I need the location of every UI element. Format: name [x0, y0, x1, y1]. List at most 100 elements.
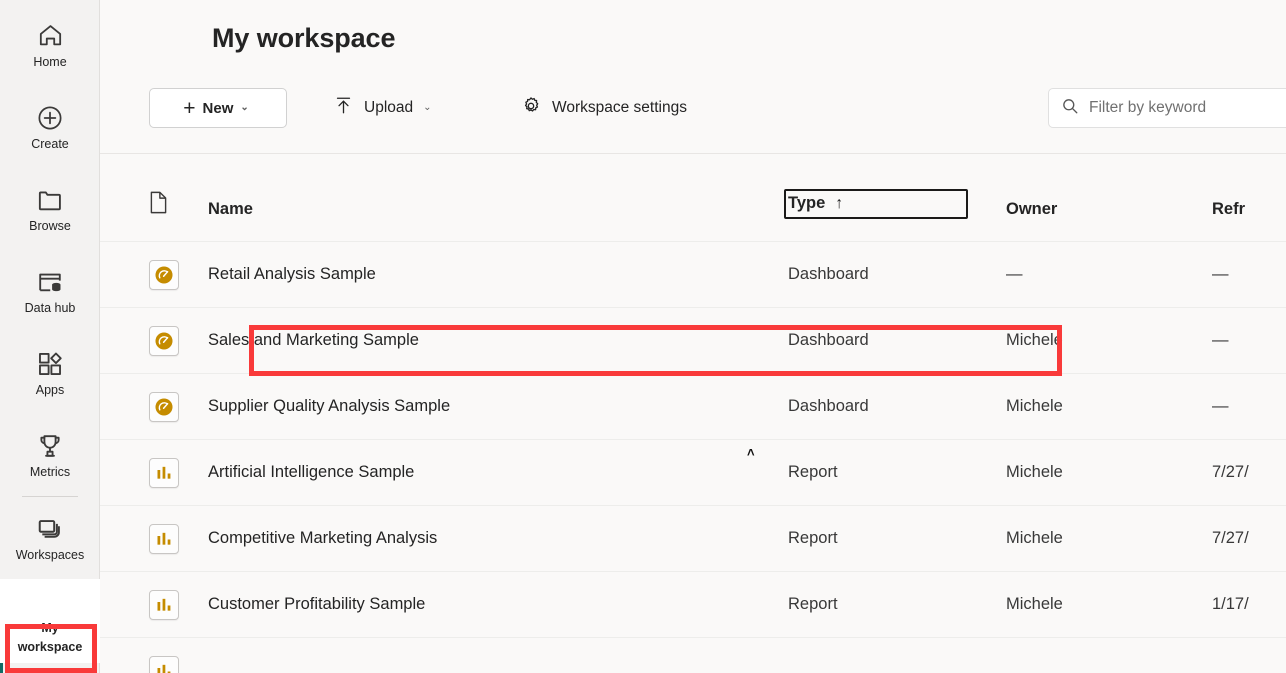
page-title: My workspace: [212, 23, 396, 53]
table-row[interactable]: Competitive Marketing Analysis Report Mich…: [100, 506, 1286, 572]
type-text: Report: [788, 529, 838, 547]
table-header-row: Name Type ↑ Owner Refr: [100, 154, 1286, 242]
gear-icon: [520, 95, 542, 122]
workspaces-icon: [35, 514, 65, 544]
owner-text: Michele: [1006, 529, 1063, 547]
chevron-down-icon: ⌄: [240, 102, 249, 113]
name-text: Artificial Intelligence Sample: [208, 463, 415, 481]
refreshed-cell: —: [1212, 265, 1286, 284]
column-header-name-label: Name: [208, 200, 253, 218]
refreshed-text: 7/27/: [1212, 463, 1249, 481]
sidebar-item-create[interactable]: Create: [0, 86, 100, 168]
trophy-icon: [35, 431, 65, 461]
sidebar-item-metrics-label: Metrics: [29, 464, 71, 479]
column-header-refreshed-label: Refr: [1212, 200, 1246, 218]
sidebar-item-apps[interactable]: Apps: [0, 332, 100, 414]
owner-text: Michele: [1006, 595, 1063, 613]
type-cell: Dashboard: [788, 397, 1006, 416]
owner-cell: Michele: [1006, 331, 1212, 350]
refreshed-cell: 7/27/: [1212, 463, 1286, 482]
name-cell[interactable]: Customer Profitability Sample: [208, 595, 788, 614]
report-icon: [149, 589, 179, 620]
name-text: Sales and Marketing Sample: [208, 331, 419, 349]
type-cell: Report: [788, 463, 1006, 482]
new-button-label: New: [202, 99, 234, 117]
refreshed-cell: —: [1212, 331, 1286, 350]
sidebar-item-home[interactable]: Home: [0, 4, 100, 86]
row-icon-cell: [149, 589, 208, 620]
upload-button[interactable]: Upload ⌄: [325, 88, 440, 128]
column-header-owner[interactable]: Owner: [1006, 200, 1212, 219]
owner-cell: Michele: [1006, 529, 1212, 548]
table-row[interactable]: Sales and Marketing Sample Dashboard Miche…: [100, 308, 1286, 374]
refreshed-cell: —: [1212, 397, 1286, 416]
plus-circle-icon: [35, 103, 65, 133]
column-header-icon[interactable]: [149, 191, 208, 219]
sidebar-item-my-workspace[interactable]: My workspace: [0, 579, 100, 663]
folder-icon: [35, 185, 65, 215]
name-text: Retail Analysis Sample: [208, 265, 376, 283]
row-icon-cell: [149, 325, 208, 356]
row-icon-cell: [149, 523, 208, 554]
command-toolbar: + New ⌄ Upload ⌄ Workspace settings Filt…: [100, 80, 1286, 136]
sidebar-item-metrics[interactable]: Metrics: [0, 414, 100, 496]
row-icon-cell: [149, 457, 208, 488]
sidebar-item-data-hub[interactable]: Data hub: [0, 250, 100, 332]
name-cell[interactable]: Supplier Quality Analysis Sample: [208, 397, 788, 416]
upload-icon: [333, 95, 354, 121]
owner-text: Michele: [1006, 331, 1063, 349]
refreshed-text: 7/27/: [1212, 529, 1249, 547]
name-cell[interactable]: Retail Analysis Sample: [208, 265, 788, 284]
sidebar-item-browse[interactable]: Browse: [0, 168, 100, 250]
table-row[interactable]: Artificial Intelligence Sample Report Mich…: [100, 440, 1286, 506]
refreshed-cell: 7/27/: [1212, 529, 1286, 548]
name-cell[interactable]: Artificial Intelligence Sample: [208, 463, 788, 482]
sidebar-item-apps-label: Apps: [35, 382, 65, 397]
sidebar-item-my-workspace-label-line1: My: [41, 621, 59, 635]
column-header-refreshed[interactable]: Refr: [1212, 200, 1286, 219]
name-text: Competitive Marketing Analysis: [208, 529, 438, 547]
search-input[interactable]: Filter by keyword: [1048, 88, 1286, 128]
search-placeholder: Filter by keyword: [1089, 99, 1207, 116]
column-header-type[interactable]: Type ↑: [784, 189, 968, 219]
upload-button-label: Upload: [364, 99, 414, 116]
table-row[interactable]: [100, 638, 1286, 673]
column-header-type-label: Type: [788, 194, 826, 212]
new-button[interactable]: + New ⌄: [149, 88, 287, 128]
main-content-area: My workspace + New ⌄ Upload ⌄ Workspace …: [100, 0, 1286, 673]
apps-icon: [35, 349, 65, 379]
column-resize-caret-icon: ˄: [747, 445, 755, 460]
table-row[interactable]: Supplier Quality Analysis Sample Dashboar…: [100, 374, 1286, 440]
refreshed-text: —: [1212, 265, 1229, 283]
document-icon: [149, 191, 168, 219]
sort-ascending-icon: ↑: [835, 194, 844, 212]
plus-icon: +: [183, 96, 196, 120]
owner-cell: Michele: [1006, 595, 1212, 614]
name-cell[interactable]: Competitive Marketing Analysis: [208, 529, 788, 548]
refreshed-cell: 1/17/: [1212, 595, 1286, 614]
dashboard-icon: [149, 259, 179, 290]
type-text: Dashboard: [788, 397, 869, 415]
table-row[interactable]: Customer Profitability Sample Report Miche…: [100, 572, 1286, 638]
workspace-settings-button[interactable]: Workspace settings: [512, 88, 695, 128]
name-text: Customer Profitability Sample: [208, 595, 426, 613]
type-cell: Dashboard: [788, 331, 1006, 350]
sidebar-item-workspaces-label: Workspaces: [15, 547, 85, 562]
report-icon: [149, 655, 179, 673]
table-row[interactable]: Retail Analysis Sample Dashboard — —: [100, 242, 1286, 308]
column-header-owner-label: Owner: [1006, 200, 1058, 218]
dashboard-icon: [149, 391, 179, 422]
search-icon: [1061, 97, 1079, 120]
name-cell[interactable]: Sales and Marketing Sample: [208, 331, 788, 350]
sidebar-item-data-hub-label: Data hub: [24, 300, 76, 315]
owner-cell: —: [1006, 265, 1212, 284]
refreshed-text: 1/17/: [1212, 595, 1249, 613]
name-text: Supplier Quality Analysis Sample: [208, 397, 451, 415]
owner-text: Michele: [1006, 463, 1063, 481]
column-header-name[interactable]: Name: [208, 200, 788, 219]
sidebar-item-home-label: Home: [33, 54, 67, 69]
row-icon-cell: [149, 391, 208, 422]
sidebar-item-workspaces[interactable]: Workspaces: [0, 497, 100, 579]
row-icon-cell: [149, 259, 208, 290]
refreshed-text: —: [1212, 397, 1229, 415]
